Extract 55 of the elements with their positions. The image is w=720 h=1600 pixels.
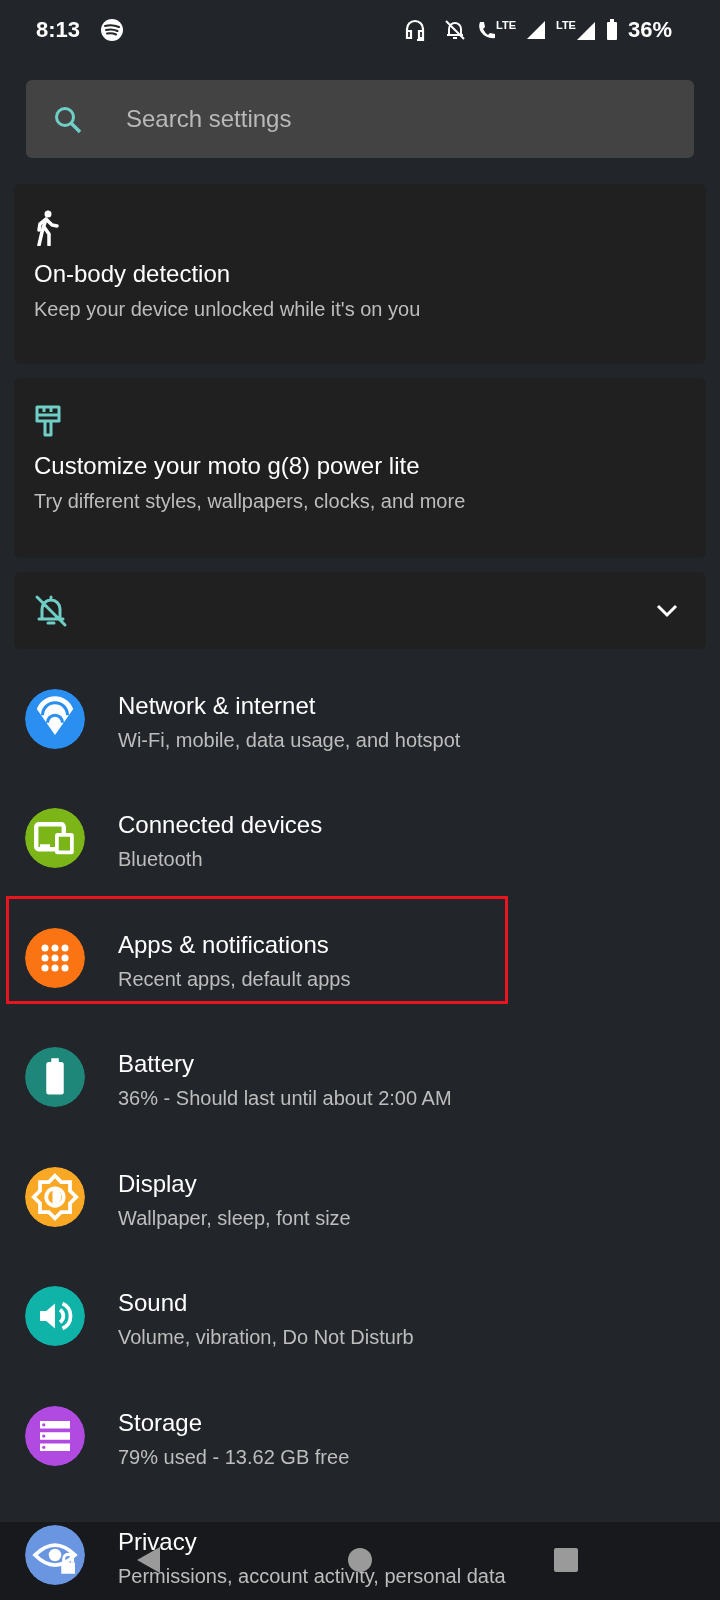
item-subtitle: Wallpaper, sleep, font size [118, 1206, 351, 1230]
brightness-icon [25, 1166, 85, 1227]
settings-item[interactable]: Display Wallpaper, sleep, font size [0, 1137, 720, 1257]
devices-icon [25, 808, 85, 869]
item-title: Connected devices [118, 811, 323, 840]
item-title: Privacy [118, 1528, 198, 1557]
card-subtitle: Keep your device unlocked while it's on you [34, 298, 422, 321]
music-app-icon [100, 18, 125, 42]
item-title: Display [118, 1169, 198, 1198]
item-title: Sound [118, 1289, 189, 1318]
chevron-down-icon[interactable] [656, 603, 678, 618]
item-subtitle: Volume, vibration, Do Not Disturb [118, 1326, 414, 1350]
item-subtitle: Bluetooth [118, 848, 204, 872]
paint-brush-icon [34, 404, 62, 438]
wifi-icon [25, 688, 85, 749]
suggestion-card[interactable]: On-body detection Keep your device unlocked while it's on you [14, 184, 706, 364]
headset-icon [404, 19, 426, 41]
settings-item[interactable]: Storage 79% used - 13.62 GB free [0, 1376, 720, 1496]
muted-bell-icon [444, 19, 466, 41]
item-subtitle: Wi-Fi, mobile, data usage, and hotspot [118, 728, 461, 752]
settings-item[interactable]: Battery 36% - Should last until about 2:00 AM [0, 1017, 720, 1137]
muted-bell-icon [34, 593, 68, 628]
apps-grid-icon [25, 927, 85, 988]
item-subtitle: Recent apps, default apps [118, 967, 351, 991]
battery-icon [605, 19, 618, 41]
search-icon [53, 105, 83, 135]
signal-icon [575, 21, 596, 41]
storage-icon [25, 1405, 85, 1466]
network-type: LTE [556, 19, 576, 31]
suggestion-card[interactable]: Customize your moto g(8) power lite Try different styles, wallpapers, clocks, and more [14, 378, 706, 558]
settings-item[interactable]: Privacy Permissions, account activity, personal data [0, 1495, 720, 1600]
item-title: Network & internet [118, 691, 317, 720]
settings-item[interactable]: Apps & notifications Recent apps, default apps [0, 898, 720, 1018]
signal-icon [526, 20, 546, 40]
item-title: Apps & notifications [118, 930, 330, 959]
battery-icon [25, 1047, 85, 1108]
card-title: On-body detection [34, 260, 232, 288]
card-subtitle: Try different styles, wallpapers, clocks, and more [34, 490, 467, 513]
settings-item[interactable]: Connected devices Bluetooth [0, 778, 720, 898]
eye-lock-icon [25, 1525, 85, 1586]
item-subtitle: Permissions, account activity, personal data [118, 1565, 506, 1589]
item-subtitle: 36% - Should last until about 2:00 AM [118, 1087, 452, 1111]
settings-item[interactable]: Network & internet Wi-Fi, mobile, data usage, and hotspot [0, 659, 720, 779]
network-type: LTE [496, 19, 516, 31]
speaker-icon [25, 1286, 85, 1347]
search-field[interactable]: Search settings [26, 80, 694, 158]
walking-person-icon [34, 210, 60, 246]
item-title: Battery [118, 1050, 196, 1079]
settings-item[interactable]: Sound Volume, vibration, Do Not Disturb [0, 1256, 720, 1376]
item-subtitle: 79% used - 13.62 GB free [118, 1445, 350, 1469]
clock-time: 8:13 [36, 17, 81, 43]
phone-icon [476, 19, 496, 41]
battery-percent: 36% [627, 17, 672, 43]
card-title: Customize your moto g(8) power lite [34, 452, 421, 480]
item-title: Storage [118, 1408, 204, 1437]
